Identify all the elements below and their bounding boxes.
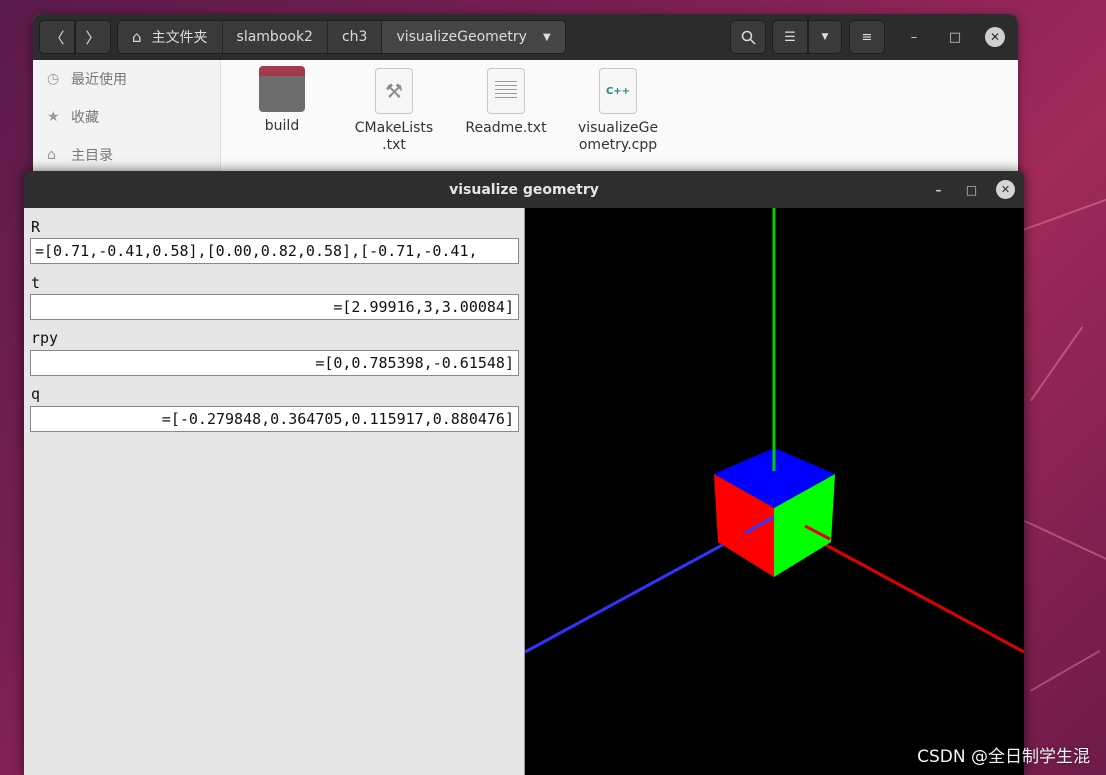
sidebar-item-label: 最近使用: [71, 72, 127, 88]
sidebar-item-label: 收藏: [71, 110, 99, 126]
visualize-geometry-window: visualize geometry – □ ✕ R =[0.71,-0.41,…: [24, 171, 1024, 775]
breadcrumb-slambook2[interactable]: slambook2: [223, 21, 328, 53]
breadcrumb-label: ch3: [341, 29, 368, 45]
chevron-left-icon: 〈: [49, 28, 65, 47]
file-item-build[interactable]: build: [227, 66, 337, 135]
file-item-readme[interactable]: Readme.txt: [451, 66, 561, 137]
minimize-button[interactable]: –: [929, 180, 948, 199]
var-label-q: q: [31, 385, 41, 403]
cpp-file-icon: C++: [599, 68, 637, 114]
var-field-rpy[interactable]: =[0,0.785398,-0.61548]: [30, 350, 519, 376]
maximize-button[interactable]: □: [945, 27, 965, 47]
forward-button[interactable]: 〉: [75, 20, 111, 54]
minimize-icon: –: [935, 182, 942, 197]
menu-button[interactable]: ≡: [849, 20, 885, 54]
close-icon: ✕: [989, 30, 1001, 44]
star-icon: ★: [47, 109, 60, 125]
view-options-button[interactable]: ▼: [808, 20, 842, 54]
breadcrumb: ⌂ 主文件夹 slambook2 ch3 visualizeGeometry ▼: [117, 20, 566, 54]
file-grid: build ⚒ CMakeLists .txt Readme.txt C++ v…: [233, 66, 1018, 186]
file-manager-window: 〈 〉 ⌂ 主文件夹 slambook2 ch3 visualizeGeomet…: [33, 14, 1018, 189]
breadcrumb-home[interactable]: ⌂ 主文件夹: [118, 21, 223, 53]
search-icon: [741, 30, 756, 45]
maximize-button[interactable]: □: [962, 180, 981, 199]
var-label-t: t: [31, 274, 41, 292]
wallpaper-streak: [1020, 192, 1106, 232]
window-title: visualize geometry: [449, 181, 599, 198]
text-file-icon: [487, 68, 525, 114]
wallpaper-streak: [1030, 650, 1101, 692]
maximize-icon: □: [965, 182, 978, 197]
var-field-t[interactable]: =[2.99916,3,3.00084]: [30, 294, 519, 320]
close-icon: ✕: [1000, 183, 1011, 196]
file-manager-header: 〈 〉 ⌂ 主文件夹 slambook2 ch3 visualizeGeomet…: [33, 14, 1018, 60]
maximize-icon: □: [948, 29, 962, 45]
sidebar-item-starred[interactable]: ★ 收藏: [33, 98, 220, 136]
minimize-icon: –: [910, 29, 918, 45]
hamburger-icon: ≡: [861, 29, 873, 45]
chevron-right-icon: 〉: [85, 28, 101, 47]
close-button[interactable]: ✕: [996, 180, 1015, 199]
wallpaper-streak: [1030, 326, 1084, 402]
home-icon: ⌂: [47, 147, 56, 163]
breadcrumb-label: 主文件夹: [151, 30, 208, 46]
breadcrumb-ch3[interactable]: ch3: [328, 21, 383, 53]
list-view-button[interactable]: ☰: [772, 20, 808, 54]
minimize-button[interactable]: –: [904, 27, 924, 47]
cpp-badge: C++: [605, 85, 631, 97]
chevron-down-icon: ▼: [821, 32, 829, 42]
var-label-r: R: [31, 218, 41, 236]
hammer-icon: ⚒: [375, 68, 413, 114]
sidebar-item-recent[interactable]: ◷ 最近使用: [33, 60, 220, 98]
file-name: CMakeLists .txt: [354, 120, 434, 153]
breadcrumb-current[interactable]: visualizeGeometry ▼: [382, 21, 565, 53]
file-item-cmakelists[interactable]: ⚒ CMakeLists .txt: [339, 66, 449, 154]
var-field-r[interactable]: =[0.71,-0.41,0.58],[0.00,0.82,0.58],[-0.…: [30, 238, 519, 264]
3d-viewport[interactable]: [524, 208, 1024, 775]
var-label-rpy: rpy: [31, 329, 59, 347]
sidebar: ◷ 最近使用 ★ 收藏 ⌂ 主目录: [33, 60, 221, 189]
breadcrumb-label: visualizeGeometry: [396, 29, 527, 45]
sidebar-item-label: 主目录: [71, 148, 113, 164]
window-titlebar: visualize geometry – □ ✕: [24, 171, 1024, 208]
watermark-text: CSDN @全日制学生混: [917, 747, 1090, 767]
var-field-q[interactable]: =[-0.279848,0.364705,0.115917,0.880476]: [30, 406, 519, 432]
breadcrumb-label: slambook2: [236, 29, 313, 45]
file-name: Readme.txt: [465, 120, 547, 136]
3d-scene: [524, 208, 1024, 654]
close-button[interactable]: ✕: [985, 27, 1005, 47]
wallpaper-streak: [1024, 520, 1106, 560]
variables-panel: R =[0.71,-0.41,0.58],[0.00,0.82,0.58],[-…: [24, 208, 525, 775]
sidebar-item-home[interactable]: ⌂ 主目录: [33, 136, 220, 174]
list-view-icon: ☰: [784, 29, 796, 45]
file-name: build: [264, 118, 300, 134]
chevron-down-icon: ▼: [542, 31, 551, 43]
home-icon: ⌂: [132, 28, 142, 46]
file-item-cpp[interactable]: C++ visualizeGe ometry.cpp: [563, 66, 673, 154]
back-button[interactable]: 〈: [39, 20, 75, 54]
file-name: visualizeGe ometry.cpp: [577, 120, 659, 153]
search-button[interactable]: [730, 20, 766, 54]
folder-icon: [259, 66, 305, 112]
clock-icon: ◷: [47, 71, 60, 87]
